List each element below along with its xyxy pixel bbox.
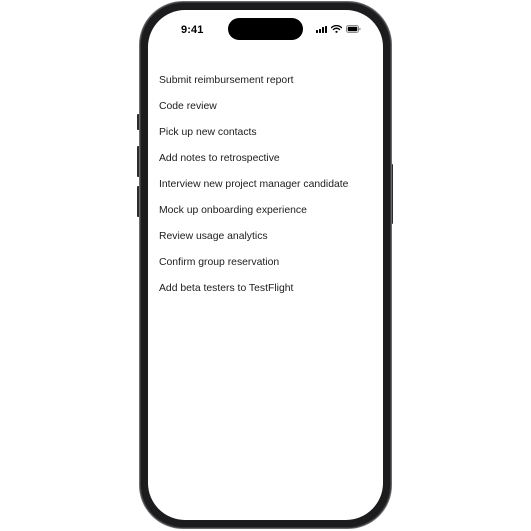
phone-screen: 9:41 Submit reimbursement report Code re… [148,10,383,520]
battery-icon [346,25,361,33]
todo-item[interactable]: Mock up onboarding experience [159,204,348,230]
todo-item[interactable]: Pick up new contacts [159,126,348,152]
status-icons [316,25,361,33]
todo-item[interactable]: Interview new project manager candidate [159,178,348,204]
status-bar: 9:41 [148,10,383,46]
todo-item[interactable]: Add notes to retrospective [159,152,348,178]
signal-icon [316,25,327,33]
todo-item[interactable]: Confirm group reservation [159,256,348,282]
status-time: 9:41 [181,24,204,36]
dynamic-island [228,18,303,40]
todo-item[interactable]: Add beta testers to TestFlight [159,282,348,308]
wifi-icon [331,25,342,33]
todo-item[interactable]: Code review [159,100,348,126]
todo-item[interactable]: Submit reimbursement report [159,74,348,100]
todo-list: Submit reimbursement report Code review … [159,74,348,308]
phone-frame: 9:41 Submit reimbursement report Code re… [139,1,392,529]
todo-item[interactable]: Review usage analytics [159,230,348,256]
stage: 9:41 Submit reimbursement report Code re… [0,0,531,531]
